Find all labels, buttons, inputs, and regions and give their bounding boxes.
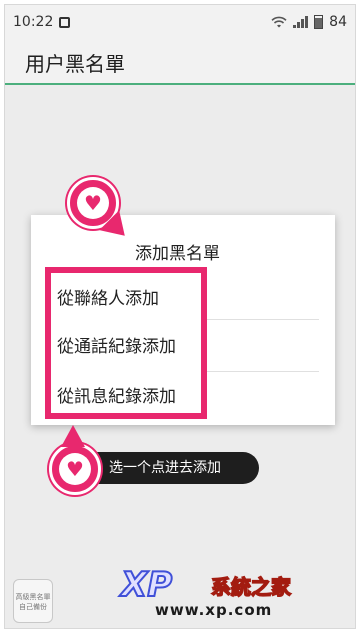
status-left: 10:22	[13, 14, 71, 30]
heart-icon: ♥	[84, 191, 102, 215]
heart-marker-bottom: ♥	[49, 425, 101, 495]
stamp-logo: 高級黑名單 自己備份	[13, 579, 53, 623]
option-divider	[207, 319, 319, 320]
battery-level: 84	[329, 14, 347, 30]
signal-icon	[293, 16, 309, 28]
watermark-xp-logo: XP	[120, 564, 173, 606]
phone-screen: 10:22 84 用户黑名單 添加黑名單 從聯絡人添加 從通話紀錄添加 從訊息紀…	[4, 4, 356, 629]
watermark-url: www.xp.com	[155, 601, 273, 619]
option-from-contacts[interactable]: 從聯絡人添加	[51, 273, 201, 325]
option-from-call-log[interactable]: 從通話紀錄添加	[51, 321, 201, 373]
hint-label: 选一个点进去添加	[75, 452, 259, 484]
app-bar: 用户黑名單	[5, 41, 355, 85]
watermark-brand-name: 系統之家	[210, 574, 292, 600]
dialog-title: 添加黑名單	[135, 244, 220, 264]
option-from-messages[interactable]: 從訊息紀錄添加	[51, 371, 201, 423]
status-time: 10:22	[13, 14, 54, 30]
status-bar: 10:22 84	[5, 5, 355, 39]
app-notification-icon	[59, 16, 71, 28]
option-divider	[207, 371, 319, 372]
add-blacklist-dialog: 添加黑名單 從聯絡人添加 從通話紀錄添加 從訊息紀錄添加	[31, 215, 335, 425]
battery-icon	[314, 15, 324, 29]
heart-icon: ♥	[66, 457, 84, 481]
options-highlight-box: 從聯絡人添加 從通話紀錄添加 從訊息紀錄添加	[45, 267, 207, 419]
status-right: 84	[271, 14, 347, 30]
page-title: 用户黑名單	[25, 51, 125, 76]
wifi-icon	[271, 16, 287, 28]
heart-marker-top: ♥	[67, 177, 135, 246]
